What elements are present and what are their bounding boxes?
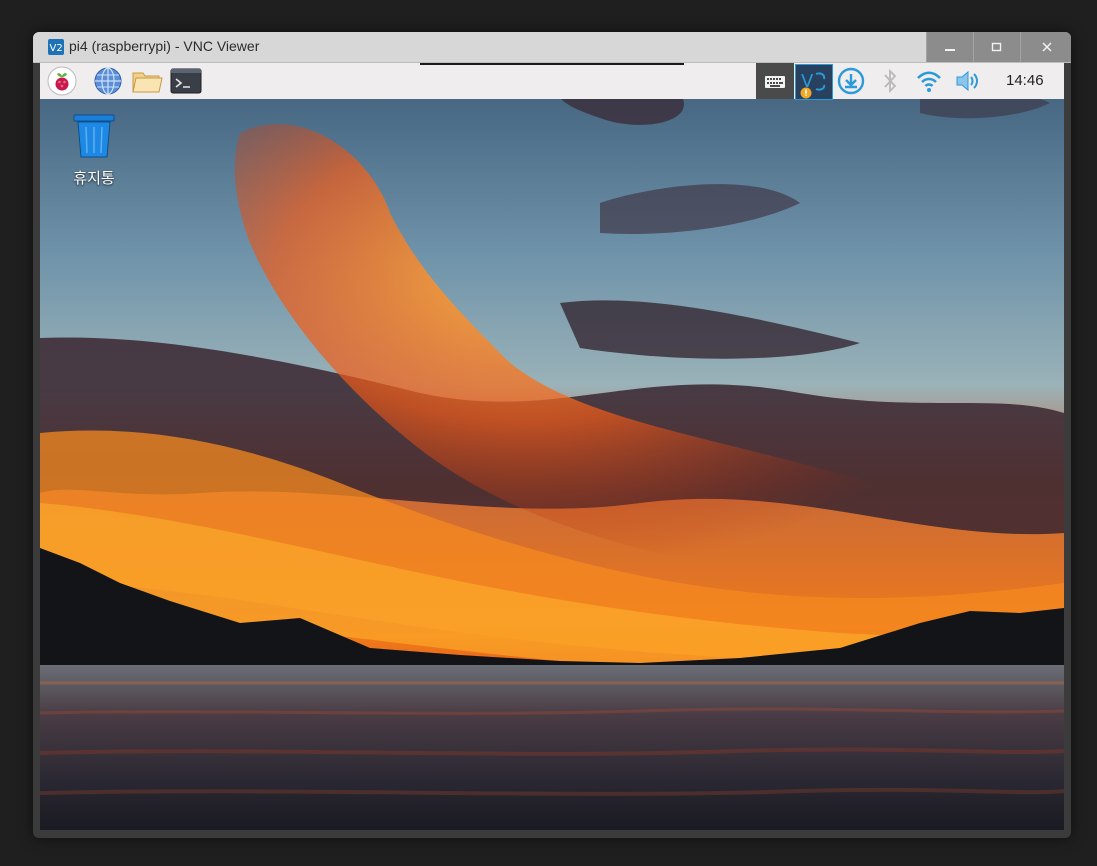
window-title: pi4 (raspberrypi) - VNC Viewer	[69, 38, 260, 54]
taskbar-window-strip	[420, 63, 684, 65]
svg-text:V2: V2	[50, 43, 63, 54]
taskbar-clock[interactable]: 14:46	[1006, 72, 1044, 89]
raspberry-menu-icon[interactable]	[46, 66, 78, 96]
minimize-button[interactable]	[926, 32, 973, 62]
trash-label: 휴지통	[73, 169, 115, 187]
minimize-icon	[945, 49, 955, 51]
wallpaper-sunset	[40, 63, 1064, 830]
close-button[interactable]	[1020, 32, 1071, 62]
bluetooth-icon[interactable]	[874, 66, 906, 96]
browser-globe-icon[interactable]	[92, 66, 124, 96]
vnc-logo-icon: V2	[48, 39, 64, 55]
volume-icon[interactable]	[953, 66, 985, 96]
file-manager-icon[interactable]	[131, 66, 163, 96]
title-bar[interactable]: V2 pi4 (raspberrypi) - VNC Viewer	[33, 32, 1071, 63]
wifi-icon[interactable]	[913, 66, 945, 96]
remote-desktop[interactable]: V 14:46 휴지통	[40, 63, 1064, 830]
maximize-button[interactable]	[973, 32, 1020, 62]
download-icon[interactable]	[835, 66, 867, 96]
vnc-server-icon[interactable]: V	[795, 64, 833, 100]
trash-icon	[73, 114, 115, 158]
taskbar: V 14:46	[40, 63, 1064, 100]
maximize-icon	[991, 42, 1002, 52]
vnc-viewer-window: V2 pi4 (raspberrypi) - VNC Viewer V 14:4…	[33, 32, 1071, 838]
close-icon	[1041, 42, 1052, 52]
keyboard-icon[interactable]	[756, 63, 794, 99]
desktop-trash[interactable]: 휴지통	[64, 113, 124, 188]
terminal-icon[interactable]	[170, 66, 202, 96]
